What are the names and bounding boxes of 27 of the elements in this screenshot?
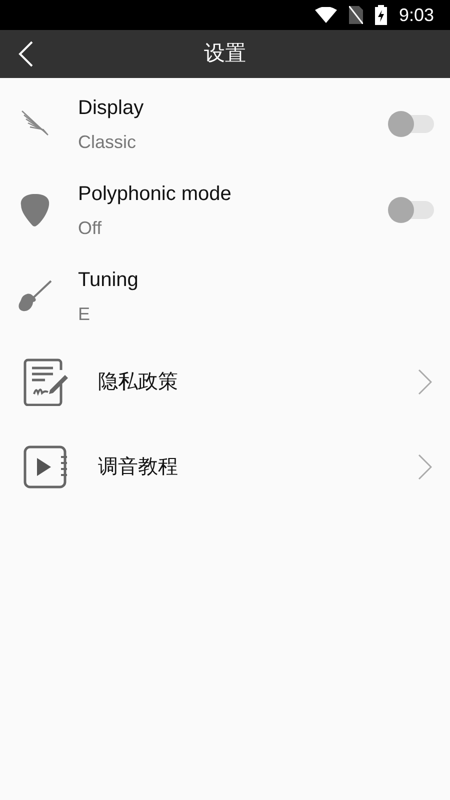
setting-value: Classic	[78, 130, 138, 154]
setting-row[interactable]: Display Classic	[0, 81, 450, 167]
toggle-switch[interactable]	[388, 111, 434, 137]
status-time: 9:03	[398, 4, 434, 26]
setting-value: E	[78, 302, 92, 326]
setting-title: Display	[78, 96, 145, 120]
chevron-right-icon	[418, 454, 432, 480]
menu-title: 隐私政策	[98, 370, 179, 394]
chevron-right-icon	[418, 368, 432, 394]
guitar-pick-icon	[20, 193, 50, 227]
back-icon	[18, 41, 34, 67]
video-play-icon	[23, 444, 69, 488]
menu-title: 调音教程	[98, 454, 179, 480]
no-sim-icon	[348, 6, 363, 24]
setting-title: Tuning	[78, 268, 140, 292]
wifi-icon	[314, 7, 337, 23]
setting-value: Off	[78, 216, 103, 240]
electric-guitar-icon	[17, 278, 53, 314]
menu-row[interactable]: 隐私政策	[0, 339, 450, 424]
header-title: 设置	[204, 41, 246, 68]
setting-row[interactable]: Tuning E	[0, 253, 450, 339]
battery-charging-icon	[374, 5, 387, 25]
setting-row[interactable]: Polyphonic mode Off	[0, 167, 450, 253]
setting-title: Polyphonic mode	[78, 182, 232, 206]
document-signature-icon	[23, 358, 69, 406]
menu-row[interactable]: 调音教程	[0, 424, 450, 509]
toggle-switch[interactable]	[388, 197, 434, 223]
